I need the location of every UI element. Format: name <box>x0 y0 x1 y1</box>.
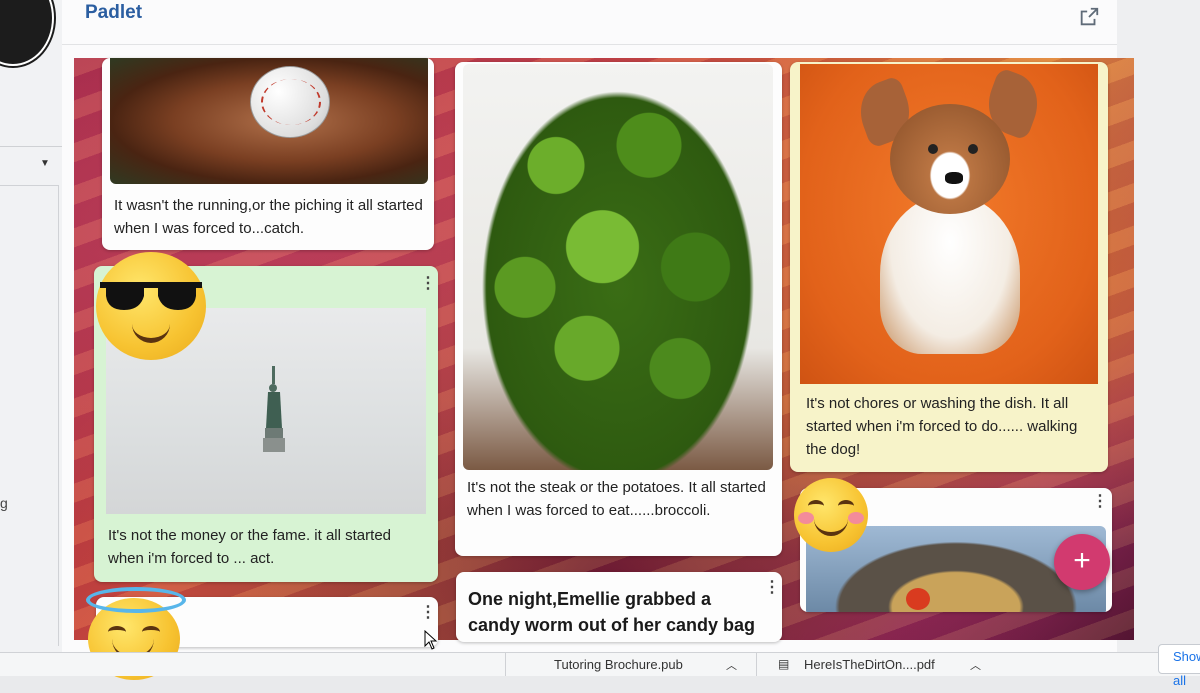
chevron-up-icon[interactable]: ︿ <box>726 657 737 673</box>
baseball-icon <box>250 66 330 138</box>
dog-eye <box>928 144 938 154</box>
post-caption: It's not the money or the fame. it all s… <box>108 527 392 567</box>
left-sidebar: OL ▼ g <box>0 0 63 675</box>
post-card-dog[interactable]: It's not chores or washing the dish. It … <box>790 62 1108 472</box>
broccoli-bowl-image <box>463 64 773 470</box>
dog-nose <box>945 172 963 184</box>
chevron-down-icon[interactable]: ▼ <box>40 158 50 169</box>
post-menu-icon[interactable]: ⋮ <box>764 580 780 596</box>
emoji-eye <box>108 626 126 638</box>
dog-head <box>890 104 1010 214</box>
baseball-glove-image <box>110 58 428 184</box>
page-title: Padlet <box>85 2 143 23</box>
post-menu-icon[interactable]: ⋮ <box>1092 494 1108 510</box>
header-divider <box>62 44 1117 45</box>
mouse-cursor-icon <box>424 630 438 650</box>
downloads-bar: Tutoring Brochure.pub ︿ ▤ HereIsTheDirtO… <box>0 652 1200 676</box>
emoji-cheek <box>848 512 864 524</box>
statue-icon <box>263 366 285 452</box>
sidebar-divider <box>0 146 62 147</box>
tomato-icon <box>906 588 930 610</box>
post-menu-icon[interactable]: ⋮ <box>420 605 436 621</box>
emoji-eye <box>838 500 854 512</box>
chevron-up-icon[interactable]: ︿ <box>970 657 981 673</box>
dog-body <box>880 194 1020 354</box>
post-caption: It's not the steak or the potatoes. It a… <box>467 479 766 519</box>
downloads-separator <box>756 653 757 676</box>
file-icon: ▤ <box>778 657 790 671</box>
halo-icon <box>86 587 186 613</box>
post-card-story[interactable]: ⋮ One night,Emellie grabbed a candy worm… <box>456 572 782 642</box>
sidebar-partial-text: g <box>0 495 8 511</box>
downloads-separator <box>505 653 506 676</box>
sunglasses-emoji-icon <box>96 252 206 360</box>
download-item-name[interactable]: Tutoring Brochure.pub <box>554 653 683 676</box>
post-menu-icon[interactable]: ⋮ <box>420 276 436 292</box>
add-post-button[interactable]: + <box>1054 534 1110 590</box>
post-title: One night,Emellie grabbed a candy worm o… <box>468 589 756 635</box>
show-all-button[interactable]: Show all <box>1158 644 1200 688</box>
post-card-baseball[interactable]: It wasn't the running,or the piching it … <box>102 58 434 250</box>
emoji-eye <box>142 626 160 638</box>
download-item-name[interactable]: HereIsTheDirtOn....pdf <box>804 653 935 676</box>
emoji-cheek <box>798 512 814 524</box>
blushing-smile-emoji-icon <box>794 478 868 552</box>
post-caption: It wasn't the running,or the piching it … <box>114 197 423 237</box>
dog-eye <box>968 144 978 154</box>
sidebar-panel <box>0 185 59 646</box>
emoji-eye <box>808 500 824 512</box>
post-card-broccoli[interactable]: It's not the steak or the potatoes. It a… <box>455 62 782 556</box>
smile-mouth <box>132 322 170 343</box>
corgi-puppy-image <box>800 64 1098 384</box>
smile-mouth <box>814 514 848 536</box>
external-link-icon[interactable] <box>1078 6 1100 28</box>
post-caption: It's not chores or washing the dish. It … <box>806 395 1078 458</box>
sunglasses-icon <box>100 282 202 310</box>
school-logo: OL <box>0 0 54 66</box>
